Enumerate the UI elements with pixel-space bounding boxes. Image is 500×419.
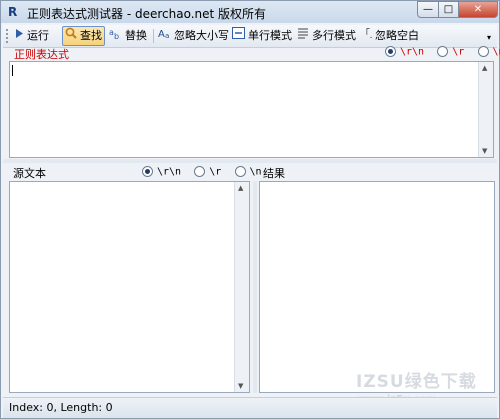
regex-newline-crlf[interactable]: \r\n [385,46,424,58]
single-line-button[interactable]: 单行模式 [232,27,292,45]
scroll-down-icon[interactable]: ▼ [482,147,487,155]
radio-icon [477,46,489,57]
svg-text:a: a [165,32,169,39]
text-caret [12,65,13,76]
whitespace-icon: 「」 [360,27,380,45]
source-newline-cr[interactable]: \r [194,166,221,178]
app-icon: R [8,5,18,19]
ignore-case-button[interactable]: Aa 忽略大小写 [158,27,229,45]
regex-newline-lf[interactable]: \n [477,46,500,58]
svg-text:A: A [158,29,165,39]
close-button[interactable]: ✕ [458,1,498,18]
replace-icon: ab [109,27,122,45]
window-title: 正则表达式测试器 - deerchao.net 版权所有 [27,7,267,21]
source-newline-lf[interactable]: \n [234,166,262,178]
toolbar-separator [153,29,154,43]
source-scrollbar[interactable]: ▲ ▼ [234,182,249,392]
regex-label: 正则表达式 [14,48,69,61]
radio-icon [194,166,206,177]
maximize-button[interactable]: □ [438,1,459,18]
scroll-down-icon[interactable]: ▼ [238,382,243,390]
regex-newline-cr[interactable]: \r [437,46,464,58]
svg-text:「」: 「」 [360,28,372,39]
toolbar-grip[interactable] [6,29,11,43]
title-bar[interactable]: R 正则表达式测试器 - deerchao.net 版权所有 — □ ✕ [1,1,499,23]
source-input[interactable]: ▲ ▼ [9,181,250,393]
horizontal-splitter[interactable] [3,159,497,163]
single-line-label: 单行模式 [248,29,292,42]
ignore-whitespace-label: 忽略空白 [375,29,419,42]
magnifier-icon [65,27,77,45]
run-label: 运行 [27,29,49,42]
result-label: 结果 [263,167,285,180]
svg-text:b: b [114,32,119,39]
vertical-splitter[interactable] [253,181,257,393]
ignore-case-label: 忽略大小写 [174,29,229,42]
status-text: Index: 0, Length: 0 [9,401,113,414]
regex-scrollbar[interactable]: ▲ ▼ [478,62,493,157]
run-button[interactable]: 运行 [15,27,49,45]
watermark-line1: IZSU绿色下载 [356,372,477,392]
replace-label: 替换 [125,29,147,42]
find-label: 查找 [80,29,102,42]
find-button[interactable]: 查找 [62,26,105,46]
toolbar-overflow-icon[interactable]: ▾ [487,33,491,42]
regex-input[interactable]: ▲ ▼ [9,61,494,158]
source-label: 源文本 [13,167,46,180]
case-icon: Aa [158,27,171,45]
radio-icon [234,166,246,177]
scroll-up-icon[interactable]: ▲ [482,64,487,72]
play-icon [15,27,24,45]
toolbar: 运行 查找 ab替换 Aa忽略大小写 单行模式 多行模式 「」忽略空白 ▾ [3,25,497,48]
status-bar: Index: 0, Length: 0 [3,397,497,418]
source-newline-options: \r\n \r \n [142,166,262,178]
single-line-icon [232,27,245,45]
main-window: R 正则表达式测试器 - deerchao.net 版权所有 — □ ✕ 运行 … [0,0,500,419]
scroll-up-icon[interactable]: ▲ [238,184,243,192]
ignore-whitespace-button[interactable]: 「」忽略空白 [360,27,419,45]
result-panel[interactable] [259,181,495,393]
radio-icon [437,46,449,57]
minimize-button[interactable]: — [417,1,439,18]
source-newline-crlf[interactable]: \r\n [142,166,181,178]
radio-selected-icon [142,166,153,177]
replace-button[interactable]: a b 替换 [109,27,147,45]
multi-line-icon [297,27,309,45]
multi-line-label: 多行模式 [312,29,356,42]
multi-line-button[interactable]: 多行模式 [297,27,356,45]
regex-newline-options: \r\n \r \n [385,46,500,58]
radio-selected-icon [385,46,396,57]
